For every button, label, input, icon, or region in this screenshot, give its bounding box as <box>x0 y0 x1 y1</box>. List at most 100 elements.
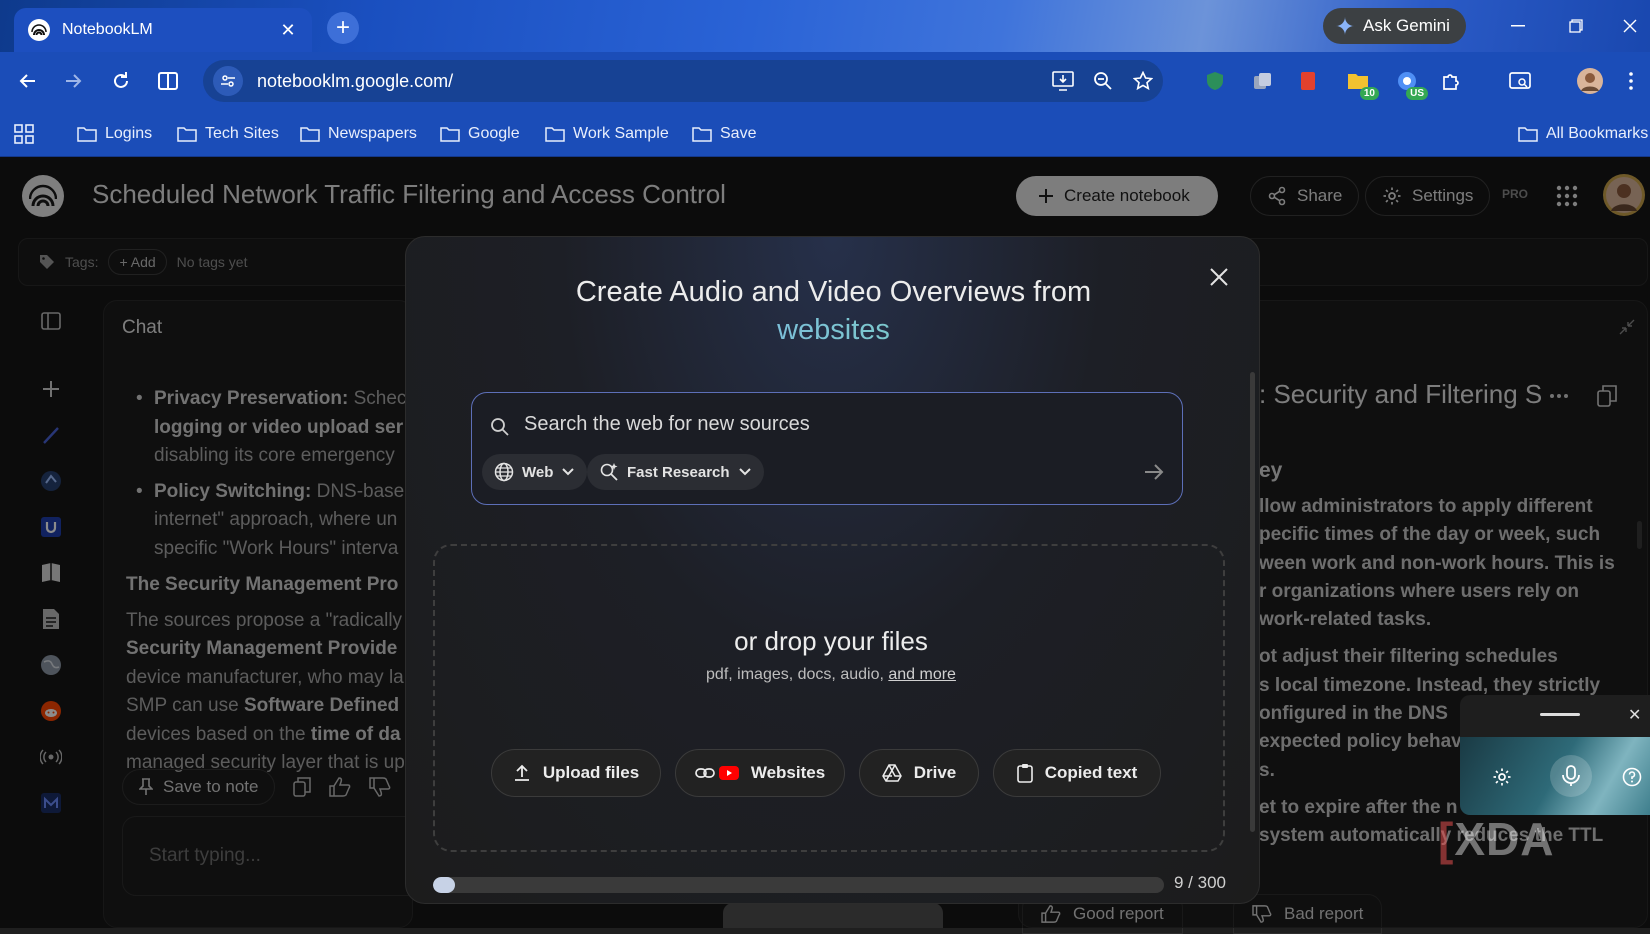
all-bookmarks-label: All Bookmarks <box>1546 125 1649 142</box>
file-drop-zone[interactable]: or drop your files pdf, images, docs, au… <box>433 544 1225 852</box>
upload-files-label: Upload files <box>542 763 640 782</box>
folder-icon <box>692 127 712 142</box>
bookmark-extension-icon[interactable] <box>1293 66 1323 96</box>
bookmark-label: Logins <box>105 125 153 142</box>
web-search-input[interactable]: Search the web for new sources <box>524 413 810 436</box>
url-text[interactable]: notebooklm.google.com/ <box>257 71 1043 92</box>
notebooklm-favicon-icon <box>28 19 50 41</box>
youtube-icon <box>718 766 739 780</box>
dialog-scrollbar[interactable] <box>1250 372 1255 832</box>
source-limit-bar <box>433 877 1164 893</box>
close-dialog-icon[interactable] <box>1203 261 1235 293</box>
folder-icon <box>1518 127 1538 142</box>
address-bar[interactable]: notebooklm.google.com/ <box>203 60 1163 102</box>
supported-types-text: pdf, images, docs, audio, <box>706 666 889 683</box>
split-view-icon[interactable] <box>152 65 184 97</box>
gemini-sparkle-icon <box>1336 17 1354 35</box>
new-tab-button[interactable]: + <box>327 12 359 44</box>
dialog-title-accent: websites <box>406 311 1261 349</box>
bookmark-label: Google <box>468 125 520 142</box>
browser-chrome: NotebookLM ✕ + Ask Gemini notebooklm.goo… <box>0 0 1650 157</box>
install-app-icon[interactable] <box>1043 61 1083 101</box>
websites-button[interactable]: Websites <box>675 749 845 797</box>
research-mode-dropdown[interactable]: Fast Research <box>587 454 764 490</box>
back-icon[interactable] <box>12 65 44 97</box>
reload-icon[interactable] <box>105 65 137 97</box>
search-icon <box>491 418 509 436</box>
drive-icon <box>881 764 902 782</box>
clipboard-icon <box>1016 764 1033 783</box>
folder-icon <box>177 127 197 142</box>
tab-close-icon[interactable]: ✕ <box>278 20 298 40</box>
and-more-link[interactable]: and more <box>888 666 956 683</box>
add-sources-dialog: Create Audio and Video Overviews from we… <box>405 236 1260 904</box>
vpn-extension-icon[interactable]: US <box>1392 66 1428 100</box>
apps-grid-icon[interactable] <box>14 120 34 148</box>
bookmark-folder-work-sample[interactable]: Work Sample <box>545 120 669 148</box>
restore-window-icon[interactable] <box>1556 10 1596 42</box>
dialog-title-line: Create Audio and Video Overviews from <box>575 276 1092 308</box>
submit-search-arrow-icon[interactable] <box>1137 455 1171 489</box>
research-mode-label: Fast Research <box>627 463 730 481</box>
folder-icon <box>300 127 320 142</box>
extensions-puzzle-icon[interactable] <box>1436 66 1466 96</box>
folder-extension-icon[interactable]: 10 <box>1343 66 1379 100</box>
folder-icon <box>77 127 97 142</box>
research-sparkle-icon <box>600 463 618 481</box>
extension-badge-count: 10 <box>1359 87 1379 100</box>
close-window-icon[interactable] <box>1610 10 1650 42</box>
reading-mode-icon[interactable] <box>1505 66 1535 96</box>
xda-watermark: [XDA <box>1438 813 1555 865</box>
bookmark-star-icon[interactable] <box>1123 61 1163 101</box>
chrome-menu-icon[interactable] <box>1622 66 1640 96</box>
bookmark-folder-newspapers[interactable]: Newspapers <box>300 120 417 148</box>
help-icon[interactable] <box>1620 765 1644 789</box>
drag-handle[interactable] <box>1540 713 1580 716</box>
bookmark-folder-tech-sites[interactable]: Tech Sites <box>177 120 279 148</box>
profile-avatar-icon[interactable] <box>1575 66 1605 96</box>
forward-icon[interactable] <box>57 65 89 97</box>
bookmark-folder-google[interactable]: Google <box>440 120 520 148</box>
bottom-sheet-handle[interactable] <box>723 903 943 928</box>
bookmark-label: Tech Sites <box>205 125 279 142</box>
source-type-dropdown[interactable]: Web <box>482 454 588 490</box>
source-limit-label: 9 / 300 <box>1174 873 1226 892</box>
drop-zone-subtitle: pdf, images, docs, audio, and more <box>435 666 1227 684</box>
drop-zone-title: or drop your files <box>734 626 928 656</box>
bookmark-label: Work Sample <box>573 125 669 142</box>
zoom-icon[interactable] <box>1083 61 1123 101</box>
chevron-down-icon <box>562 468 575 476</box>
source-type-label: Web <box>522 463 554 481</box>
chevron-down-icon <box>738 468 751 476</box>
ask-gemini-button[interactable]: Ask Gemini <box>1323 8 1466 44</box>
minimize-window-icon[interactable] <box>1498 10 1538 42</box>
site-info-icon[interactable] <box>213 66 243 96</box>
extension-badge-region: US <box>1406 87 1428 100</box>
drive-label: Drive <box>913 763 957 782</box>
mini-gear-icon[interactable] <box>1490 765 1514 789</box>
floating-mini-player: ✕ <box>1460 695 1650 815</box>
shield-extension-icon[interactable] <box>1200 66 1230 96</box>
web-search-box: Search the web for new sources Web Fast … <box>471 392 1183 505</box>
tab-title: NotebookLM <box>62 21 153 38</box>
source-limit-fill <box>433 877 455 893</box>
globe-icon <box>494 462 514 482</box>
tab-strip: NotebookLM ✕ + Ask Gemini <box>0 0 1650 52</box>
bookmarks-bar: Logins Tech Sites Newspapers Google Work… <box>0 110 1650 157</box>
bookmark-label: Newspapers <box>328 125 417 142</box>
folder-icon <box>440 127 460 142</box>
copy-extension-icon[interactable] <box>1247 66 1277 96</box>
bookmark-folder-logins[interactable]: Logins <box>77 120 152 148</box>
microphone-icon[interactable] <box>1550 755 1592 797</box>
close-mini-player-icon[interactable]: ✕ <box>1628 705 1641 725</box>
websites-label: Websites <box>750 763 826 782</box>
browser-tab-notebooklm[interactable]: NotebookLM ✕ <box>14 8 312 52</box>
upload-files-button[interactable]: Upload files <box>491 749 661 797</box>
all-bookmarks-button[interactable]: All Bookmarks <box>1518 120 1648 148</box>
link-icon <box>694 768 715 778</box>
bookmark-label: Save <box>720 125 757 142</box>
bookmark-folder-save[interactable]: Save <box>692 120 756 148</box>
copied-text-button[interactable]: Copied text <box>993 749 1161 797</box>
drive-button[interactable]: Drive <box>859 749 979 797</box>
folder-icon <box>545 127 565 142</box>
